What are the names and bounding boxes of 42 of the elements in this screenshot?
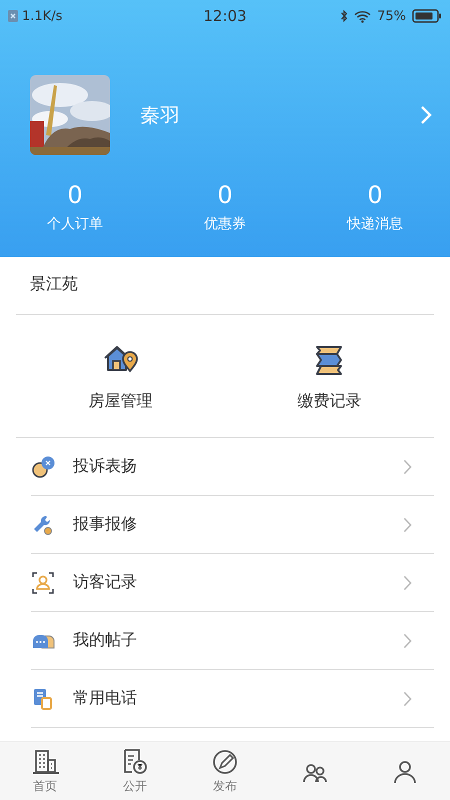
menu-item[interactable]: 报事报修 <box>31 496 434 554</box>
chevron-icon <box>403 632 412 648</box>
menu-label: 报事报修 <box>73 514 138 535</box>
stat-label: 快递消息 <box>347 215 403 233</box>
stat-label: 个人订单 <box>47 215 103 233</box>
shortcut-button[interactable]: 房屋管理 <box>16 315 225 437</box>
community-name: 景江苑 <box>16 257 434 315</box>
menu-item[interactable]: 常用电话 <box>31 670 434 728</box>
chevron-icon <box>403 690 412 706</box>
shortcut-button[interactable]: 缴费记录 <box>225 315 434 437</box>
wifi-icon <box>354 10 372 22</box>
circles-icon <box>31 454 55 478</box>
menu-item[interactable]: 访客记录 <box>31 554 434 612</box>
stat-count: 0 <box>367 181 383 209</box>
phone-card-icon <box>31 686 55 710</box>
person-icon <box>391 758 419 784</box>
menu-label: 我的帖子 <box>73 630 138 651</box>
pencil-circle-icon <box>211 748 239 774</box>
tab-button[interactable]: 首页 <box>0 742 90 800</box>
building-icon <box>31 748 59 774</box>
menu-label: 常用电话 <box>73 688 138 709</box>
user-name: 秦羽 <box>140 102 181 128</box>
bluetooth-icon <box>340 9 348 23</box>
stat-count: 0 <box>217 181 233 209</box>
stat-label: 优惠券 <box>204 215 246 233</box>
tab-button[interactable]: 发布 <box>180 742 270 800</box>
document-coin-icon <box>121 748 149 774</box>
tab-button[interactable]: 公开 <box>90 742 180 800</box>
chevron-icon <box>403 458 412 474</box>
menu-item[interactable]: 投诉表扬 <box>31 438 434 496</box>
sim-icon <box>8 10 18 22</box>
menu-item[interactable]: 我的帖子 <box>31 612 434 670</box>
stat-count: 0 <box>67 181 83 209</box>
person-frame-icon <box>31 570 55 594</box>
network-speed: 1.1K/s <box>22 8 62 24</box>
menu-label: 访客记录 <box>73 572 138 593</box>
battery-icon <box>412 9 442 23</box>
battery-percent: 75% <box>377 8 406 24</box>
chevron-icon <box>403 574 412 590</box>
chevron-icon <box>403 516 412 532</box>
menu-label: 投诉表扬 <box>73 456 138 477</box>
clock: 12:03 <box>203 7 247 25</box>
